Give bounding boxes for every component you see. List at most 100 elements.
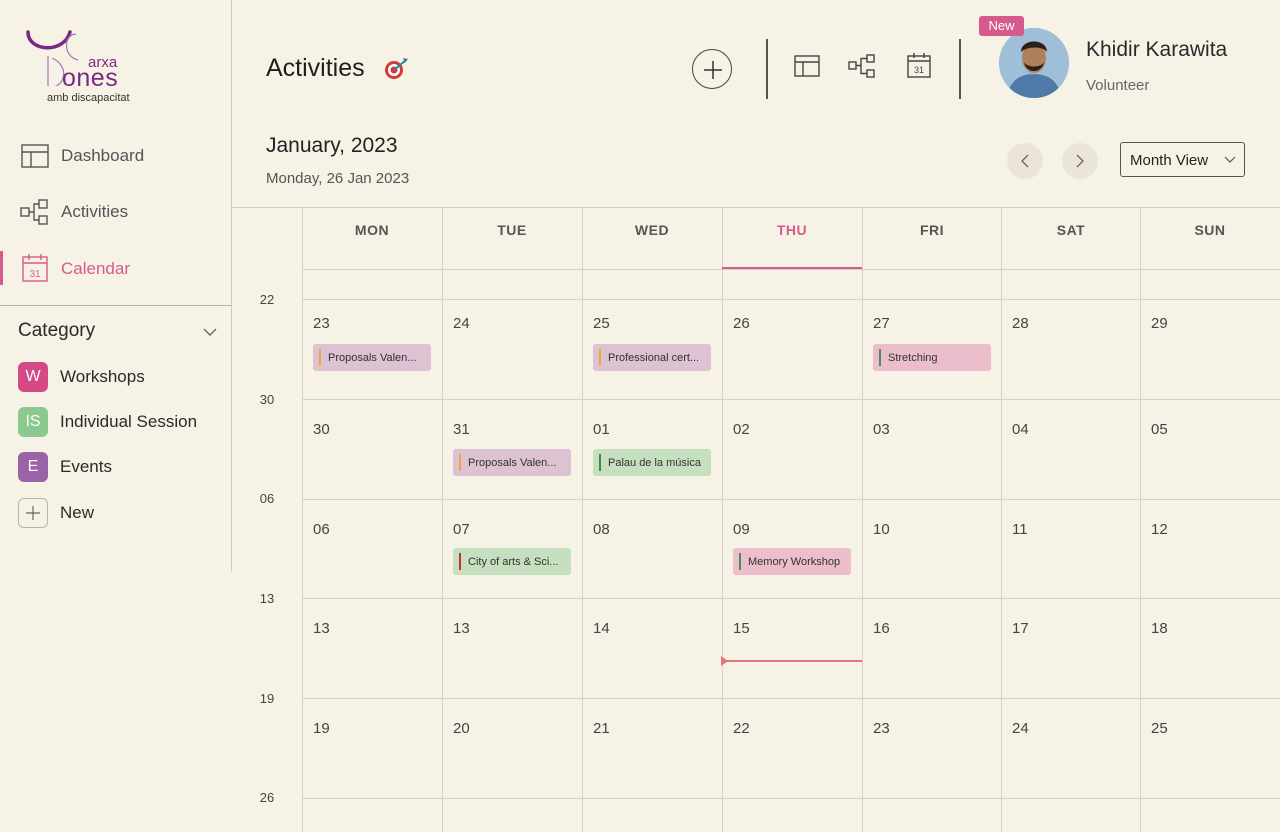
day-cell[interactable]: 08 [582,499,722,598]
sidebar-item-activities[interactable]: Activities [0,192,231,232]
day-cell[interactable]: 16 [862,598,1002,697]
day-cell[interactable]: 02 [722,399,862,498]
category-label: Individual Session [60,412,198,431]
event-chip[interactable]: City of arts & Sci... [453,548,571,575]
day-cell[interactable]: 19 [302,698,442,797]
activities-icon[interactable] [848,52,876,80]
avatar[interactable] [999,28,1069,98]
weekday-header: SAT [1056,222,1086,238]
day-number: 22 [733,720,750,737]
event-chip[interactable]: Proposals Valen... [313,344,431,371]
event-label: Proposals Valen... [328,352,417,364]
event-label: Palau de la música [608,457,701,469]
event-chip[interactable]: Stretching [873,344,991,371]
day-cell[interactable]: 21 [582,698,722,797]
week-label: 13 [259,591,275,606]
weekday-header: FRI [919,222,945,238]
view-select[interactable]: Month View [1120,142,1245,177]
day-cell[interactable]: 05 [1140,399,1280,498]
sidebar: arxa ones amb discapacitat Dashboard Act… [0,0,232,832]
week-label: 06 [259,491,275,506]
day-cell[interactable]: 30 [302,399,442,498]
category-item-workshops[interactable]: W Workshops [18,362,223,392]
day-number: 20 [453,720,470,737]
current-time-line [722,660,862,662]
dashboard-icon [21,144,49,168]
category-label: Workshops [60,367,145,386]
sidebar-item-dashboard[interactable]: Dashboard [0,136,231,176]
day-cell[interactable]: 25 [1140,698,1280,797]
day-number: 10 [873,521,890,538]
day-number: 14 [593,620,610,637]
event-color-bar [319,349,321,366]
day-number: 21 [593,720,610,737]
day-cell[interactable]: 04 [1001,399,1141,498]
active-indicator [0,251,3,285]
day-number: 08 [593,521,610,538]
current-date: Monday, 26 Jan 2023 [266,170,410,187]
category-item-individual-session[interactable]: IS Individual Session [18,407,223,437]
event-chip[interactable]: Proposals Valen... [453,449,571,476]
category-title: Category [18,320,96,341]
user-role: Volunteer [1086,77,1150,94]
day-cell[interactable]: 18 [1140,598,1280,697]
day-cell[interactable]: 10 [862,499,1002,598]
app-logo[interactable]: arxa ones amb discapacitat [22,26,142,106]
add-activity-button[interactable] [692,49,732,89]
day-cell[interactable]: 14 [582,598,722,697]
day-cell[interactable]: 24 [1001,698,1141,797]
event-label: Memory Workshop [748,556,841,568]
current-time-marker [721,656,728,666]
prev-month-button[interactable] [1007,143,1043,179]
dashboard-icon[interactable] [793,52,821,80]
day-number: 01 [593,421,610,438]
plus-icon [704,61,722,79]
event-chip[interactable]: Palau de la música [593,449,711,476]
event-color-bar [599,349,601,366]
day-cell[interactable]: 26 [722,299,862,398]
weekday-header: SUN [1194,222,1226,238]
header-separator [959,39,961,99]
page-title: Activities [266,54,365,82]
day-cell[interactable]: 23 [862,698,1002,797]
day-cell[interactable]: 11 [1001,499,1141,598]
category-label: New [60,503,95,522]
day-cell[interactable]: 12 [1140,499,1280,598]
category-item-new[interactable]: New [18,498,223,528]
view-select-value: Month View [1130,152,1209,169]
chevron-down-icon[interactable] [202,325,218,339]
calendar-grid: MON TUE WED THU FRI SAT SUN 23 24 25 26 27 28 29 30 31 0… [302,208,1280,832]
calendar-icon-day: 31 [29,269,41,280]
calendar-icon[interactable]: 31 [905,52,933,80]
category-item-events[interactable]: E Events [18,452,223,482]
day-number: 25 [593,315,610,332]
day-number: 26 [733,315,750,332]
category-badge: IS [18,407,48,437]
week-label: 30 [259,392,275,407]
day-number: 28 [1012,315,1029,332]
next-month-button[interactable] [1062,143,1098,179]
sidebar-item-calendar[interactable]: 31 Calendar [0,251,231,285]
day-cell[interactable]: 15 [722,598,862,697]
event-color-bar [459,454,461,471]
day-cell[interactable]: 03 [862,399,1002,498]
day-cell[interactable]: 29 [1140,299,1280,398]
day-cell[interactable]: 20 [442,698,582,797]
new-badge: New [979,16,1024,36]
day-cell[interactable]: 24 [442,299,582,398]
day-number: 07 [453,521,470,538]
day-cell[interactable]: 28 [1001,299,1141,398]
day-cell[interactable]: 22 [722,698,862,797]
sidebar-item-label: Dashboard [61,146,145,165]
day-cell[interactable]: 06 [302,499,442,598]
day-cell[interactable]: 13 [442,598,582,697]
event-label: Proposals Valen... [468,457,557,469]
day-number: 02 [733,421,750,438]
weekday-header: MON [354,222,390,238]
event-chip[interactable]: Memory Workshop [733,548,851,575]
day-cell[interactable]: 13 [302,598,442,697]
day-number: 13 [453,620,470,637]
event-chip[interactable]: Professional cert... [593,344,711,371]
day-cell[interactable]: 17 [1001,598,1141,697]
day-number: 16 [873,620,890,637]
